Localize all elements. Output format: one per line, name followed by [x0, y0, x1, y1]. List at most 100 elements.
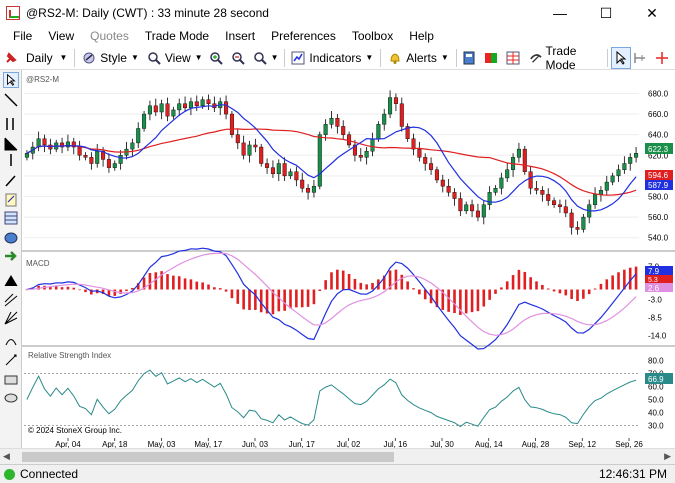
- menu-view[interactable]: View: [40, 26, 82, 46]
- pin-icon: [6, 51, 17, 63]
- macd-hist-bar: [511, 275, 515, 290]
- candle: [124, 141, 129, 160]
- style-icon: [83, 52, 95, 63]
- candle: [177, 98, 182, 117]
- calculator-button[interactable]: [460, 47, 482, 69]
- macd-hist-bar: [394, 269, 398, 290]
- crosshair-button[interactable]: [653, 47, 675, 69]
- macd-hist-bar: [587, 289, 591, 295]
- macd-hist-bar: [494, 289, 497, 294]
- scroll-right-icon[interactable]: ▶: [664, 451, 671, 462]
- candle: [557, 199, 562, 213]
- macd-hist-bar: [224, 289, 228, 292]
- macd-hist-bar: [177, 276, 181, 290]
- bar-tool-icon[interactable]: [3, 116, 19, 132]
- pencil-icon[interactable]: [3, 173, 19, 189]
- macd-tick-label: -14.0: [648, 331, 667, 340]
- trade-mode-icon: [529, 53, 542, 63]
- interval-dropdown[interactable]: Daily ▼: [0, 47, 71, 69]
- channel-icon[interactable]: [3, 292, 19, 308]
- pitchfork-icon[interactable]: [3, 272, 19, 288]
- symbol-label: @RS2-M: [26, 75, 59, 84]
- order-ticket-button[interactable]: [482, 47, 504, 69]
- candle: [622, 156, 627, 174]
- toolbar-divider: [74, 48, 76, 67]
- menu-file[interactable]: File: [0, 26, 40, 46]
- minimize-button[interactable]: —: [537, 0, 583, 26]
- menu-insert[interactable]: Insert: [217, 26, 263, 46]
- menu-toolbox[interactable]: Toolbox: [344, 26, 401, 46]
- pointer-icon[interactable]: [3, 72, 19, 88]
- scrollbar-thumb[interactable]: [22, 452, 394, 462]
- horizontal-scrollbar[interactable]: ◀ ▶: [0, 448, 675, 464]
- indicators-dropdown[interactable]: Indicators ▼: [287, 47, 377, 69]
- price-tick-label: 660.0: [648, 110, 669, 119]
- candle: [569, 208, 574, 235]
- connection-status-icon: [4, 468, 15, 480]
- rsi-panel: Relative Strength Index 80.070.060.050.0…: [24, 351, 673, 435]
- candle: [317, 131, 322, 190]
- style-dropdown[interactable]: Style ▼: [78, 47, 143, 69]
- candle: [528, 166, 533, 195]
- fibonacci-icon[interactable]: [3, 210, 19, 226]
- candle: [118, 150, 123, 170]
- alerts-dropdown[interactable]: Alerts ▼: [384, 47, 453, 69]
- rsi-tick-label: 40.0: [648, 409, 664, 418]
- ray-tool-icon[interactable]: [3, 136, 19, 152]
- chart-area[interactable]: 540.0560.0580.0600.0620.0640.0660.0680.0…: [22, 70, 675, 448]
- menu-quotes[interactable]: Quotes: [82, 26, 137, 46]
- rsi-label: Relative Strength Index: [28, 351, 111, 360]
- arc-icon[interactable]: [3, 332, 19, 348]
- zoom-in-button[interactable]: [207, 47, 229, 69]
- horizontal-line-icon[interactable]: [3, 152, 19, 168]
- rsi-tick-label: 50.0: [648, 396, 664, 405]
- scroll-left-icon[interactable]: ◀: [3, 451, 10, 462]
- candle: [24, 150, 29, 161]
- crosshair-split-button[interactable]: [631, 47, 653, 69]
- macd-hist-bar: [564, 289, 568, 296]
- macd-hist-bar: [582, 289, 585, 299]
- chevron-down-icon: ▼: [194, 53, 203, 62]
- close-button[interactable]: ✕: [629, 0, 675, 26]
- macd-hist-last-value: 5.3: [648, 277, 658, 284]
- arrow-icon[interactable]: [3, 248, 19, 264]
- candle: [522, 146, 527, 175]
- candle: [452, 188, 457, 206]
- zoom-dropdown[interactable]: ▼: [251, 47, 281, 69]
- chart-canvas[interactable]: 540.0560.0580.0600.0620.0640.0660.0680.0…: [22, 70, 675, 448]
- view-dropdown[interactable]: View ▼: [143, 47, 207, 69]
- oval-icon[interactable]: [3, 390, 19, 406]
- macd-hist-bar: [125, 289, 128, 292]
- macd-hist-bar: [400, 274, 404, 290]
- candle: [136, 122, 141, 149]
- macd-hist-bar: [248, 289, 251, 311]
- window-title: @RS2-M: Daily (CWT) : 33 minute 28 secon…: [26, 6, 269, 20]
- macd-hist-bar: [617, 272, 620, 290]
- trade-mode-button[interactable]: Trade Mode: [526, 44, 605, 72]
- price-tick-label: 560.0: [648, 213, 669, 222]
- candle: [393, 93, 398, 111]
- rectangle-icon[interactable]: [3, 372, 19, 388]
- line-tool-icon[interactable]: [3, 92, 19, 108]
- dom-button[interactable]: [504, 47, 526, 69]
- note-icon[interactable]: [3, 192, 19, 208]
- candle: [464, 201, 469, 214]
- menu-help[interactable]: Help: [401, 26, 442, 46]
- fan-icon[interactable]: [3, 310, 19, 326]
- menu-preferences[interactable]: Preferences: [263, 26, 344, 46]
- macd-hist-bar: [336, 269, 339, 290]
- candle: [229, 110, 234, 138]
- date-tick-label: Apr, 18: [102, 440, 128, 448]
- text-tool-icon[interactable]: [3, 352, 19, 368]
- maximize-button[interactable]: ☐: [583, 0, 629, 26]
- zoom-out-button[interactable]: [229, 47, 251, 69]
- candle: [358, 148, 363, 162]
- cursor-select-button[interactable]: [611, 46, 632, 69]
- macd-hist-bar: [300, 289, 304, 308]
- sma-fast-tag: 587.9: [645, 180, 673, 190]
- crosshair-icon: [656, 51, 669, 64]
- ellipse-icon[interactable]: [3, 230, 19, 246]
- macd-hist-bar: [324, 280, 327, 290]
- menu-trade-mode[interactable]: Trade Mode: [137, 26, 217, 46]
- sma-slow-tag: 594.6: [645, 170, 673, 180]
